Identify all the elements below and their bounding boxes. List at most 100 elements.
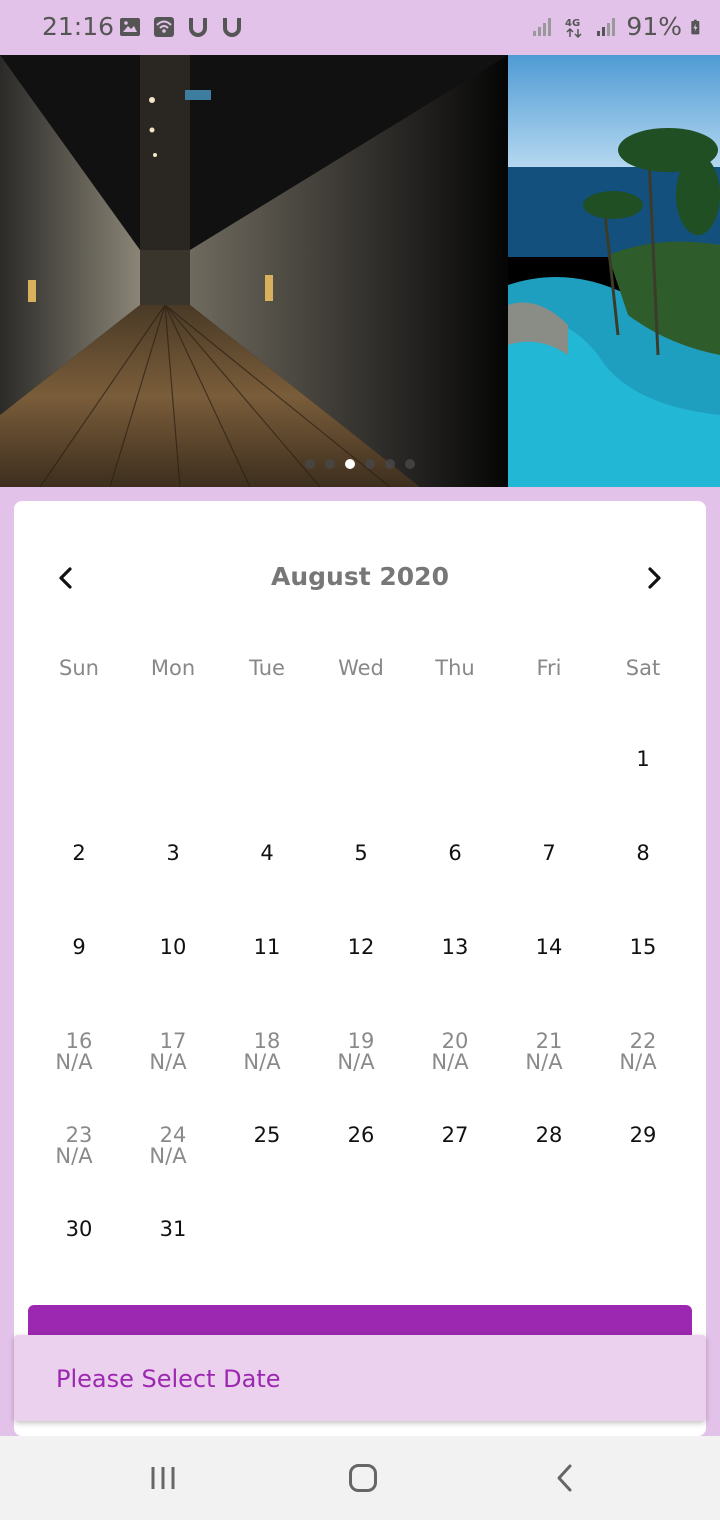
back-icon xyxy=(557,1464,572,1492)
calendar-day[interactable]: 30 xyxy=(32,1219,126,1313)
day-number: 21 xyxy=(535,1029,563,1053)
availability-label: N/A xyxy=(525,1050,563,1074)
hotel-hallway-image xyxy=(0,55,508,487)
calendar-day[interactable]: 12 xyxy=(314,937,408,1031)
calendar-days-grid: 1 2 3 4 5 6 7 8 9 10 11 12 13 14 15 16 N/A 17 N/A 18 N/A 19 N/… xyxy=(32,749,690,1313)
recent-apps-button[interactable] xyxy=(141,1460,185,1496)
next-month-button[interactable] xyxy=(632,556,676,600)
calendar-day[interactable]: 31 xyxy=(126,1219,220,1313)
carousel-dot[interactable] xyxy=(305,459,315,469)
weekday-label: Sun xyxy=(59,656,99,680)
calendar-card: August 2020 Sun Mon Tue Wed Thu Fri Sat … xyxy=(14,501,706,1436)
carousel-dot[interactable] xyxy=(325,459,335,469)
calendar-day[interactable]: 15 xyxy=(596,937,690,1031)
calendar-day-unavailable: 21 N/A xyxy=(502,1031,596,1125)
day-number: 2 xyxy=(72,841,86,865)
home-button[interactable] xyxy=(341,1460,385,1496)
calendar-day[interactable]: 11 xyxy=(220,937,314,1031)
4g-icon: 4G xyxy=(565,18,582,38)
calendar-day[interactable]: 8 xyxy=(596,843,690,937)
calendar-day-unavailable: 18 N/A xyxy=(220,1031,314,1125)
system-navigation-bar xyxy=(0,1436,720,1520)
u-app-icon xyxy=(189,18,207,37)
calendar-day[interactable]: 25 xyxy=(220,1125,314,1219)
day-number: 19 xyxy=(347,1029,375,1053)
recent-apps-icon xyxy=(151,1467,175,1489)
day-number: 28 xyxy=(535,1123,563,1147)
calendar-day[interactable]: 28 xyxy=(502,1125,596,1219)
weekday-label: Mon xyxy=(150,656,196,680)
battery-percentage: 91% xyxy=(626,12,682,41)
availability-label: N/A xyxy=(149,1144,187,1168)
calendar-day[interactable]: 27 xyxy=(408,1125,502,1219)
availability-label: N/A xyxy=(243,1050,281,1074)
calendar-day[interactable]: 26 xyxy=(314,1125,408,1219)
availability-label: N/A xyxy=(337,1050,375,1074)
day-number: 11 xyxy=(253,935,281,959)
day-number: 27 xyxy=(441,1123,469,1147)
calendar-empty-cell xyxy=(126,749,220,843)
snackbar: Please Select Date xyxy=(14,1335,706,1421)
day-number: 8 xyxy=(636,841,650,865)
availability-label: N/A xyxy=(619,1050,657,1074)
day-number: 22 xyxy=(629,1029,657,1053)
weekday-label: Wed xyxy=(338,656,384,680)
calendar-empty-cell xyxy=(314,749,408,843)
carousel-pagination xyxy=(305,459,415,469)
u-app-icon xyxy=(223,18,241,37)
day-number: 6 xyxy=(448,841,462,865)
availability-label: N/A xyxy=(55,1050,93,1074)
weekday-label: Sat xyxy=(625,656,661,680)
snackbar-message: Please Select Date xyxy=(56,1365,281,1393)
day-number: 30 xyxy=(65,1217,93,1241)
calendar-day[interactable]: 7 xyxy=(502,843,596,937)
carousel-dot[interactable] xyxy=(365,459,375,469)
home-icon xyxy=(349,1464,377,1492)
resort-pool-image xyxy=(508,55,720,487)
weekday-label: Thu xyxy=(435,656,475,680)
calendar-empty-cell xyxy=(408,749,502,843)
calendar-day[interactable]: 9 xyxy=(32,937,126,1031)
calendar-day-unavailable: 20 N/A xyxy=(408,1031,502,1125)
image-icon xyxy=(120,18,140,36)
calendar-day[interactable]: 14 xyxy=(502,937,596,1031)
calendar-day[interactable]: 4 xyxy=(220,843,314,937)
day-number: 10 xyxy=(159,935,187,959)
calendar-day[interactable]: 1 xyxy=(596,749,690,843)
calendar-day-unavailable: 24 N/A xyxy=(126,1125,220,1219)
hotel-image-carousel[interactable] xyxy=(0,55,720,487)
status-bar: 21:16 4G 91% xyxy=(0,0,720,55)
wifi-call-icon xyxy=(154,17,174,37)
day-number: 3 xyxy=(166,841,180,865)
day-number: 4 xyxy=(260,841,274,865)
carousel-dot[interactable] xyxy=(385,459,395,469)
calendar-day[interactable]: 5 xyxy=(314,843,408,937)
chevron-right-icon xyxy=(648,567,661,589)
day-number: 15 xyxy=(629,935,657,959)
day-number: 24 xyxy=(159,1123,187,1147)
day-number: 20 xyxy=(441,1029,469,1053)
day-number: 16 xyxy=(65,1029,93,1053)
day-number: 25 xyxy=(253,1123,281,1147)
back-button[interactable] xyxy=(543,1460,587,1496)
calendar-day[interactable]: 2 xyxy=(32,843,126,937)
day-number: 31 xyxy=(159,1217,187,1241)
calendar-day[interactable]: 3 xyxy=(126,843,220,937)
status-system-icons: 4G 91% xyxy=(530,12,706,41)
calendar-day[interactable]: 13 xyxy=(408,937,502,1031)
availability-label: N/A xyxy=(149,1050,187,1074)
availability-label: N/A xyxy=(431,1050,469,1074)
day-number: 9 xyxy=(72,935,86,959)
day-number: 17 xyxy=(159,1029,187,1053)
calendar-day[interactable]: 29 xyxy=(596,1125,690,1219)
carousel-dot-active[interactable] xyxy=(345,459,355,469)
calendar-day-unavailable: 23 N/A xyxy=(32,1125,126,1219)
day-number: 18 xyxy=(253,1029,281,1053)
carousel-dot[interactable] xyxy=(405,459,415,469)
day-number: 26 xyxy=(347,1123,375,1147)
calendar-day-unavailable: 17 N/A xyxy=(126,1031,220,1125)
calendar-day[interactable]: 6 xyxy=(408,843,502,937)
calendar-empty-cell xyxy=(32,749,126,843)
calendar-day[interactable]: 10 xyxy=(126,937,220,1031)
calendar-empty-cell xyxy=(220,749,314,843)
